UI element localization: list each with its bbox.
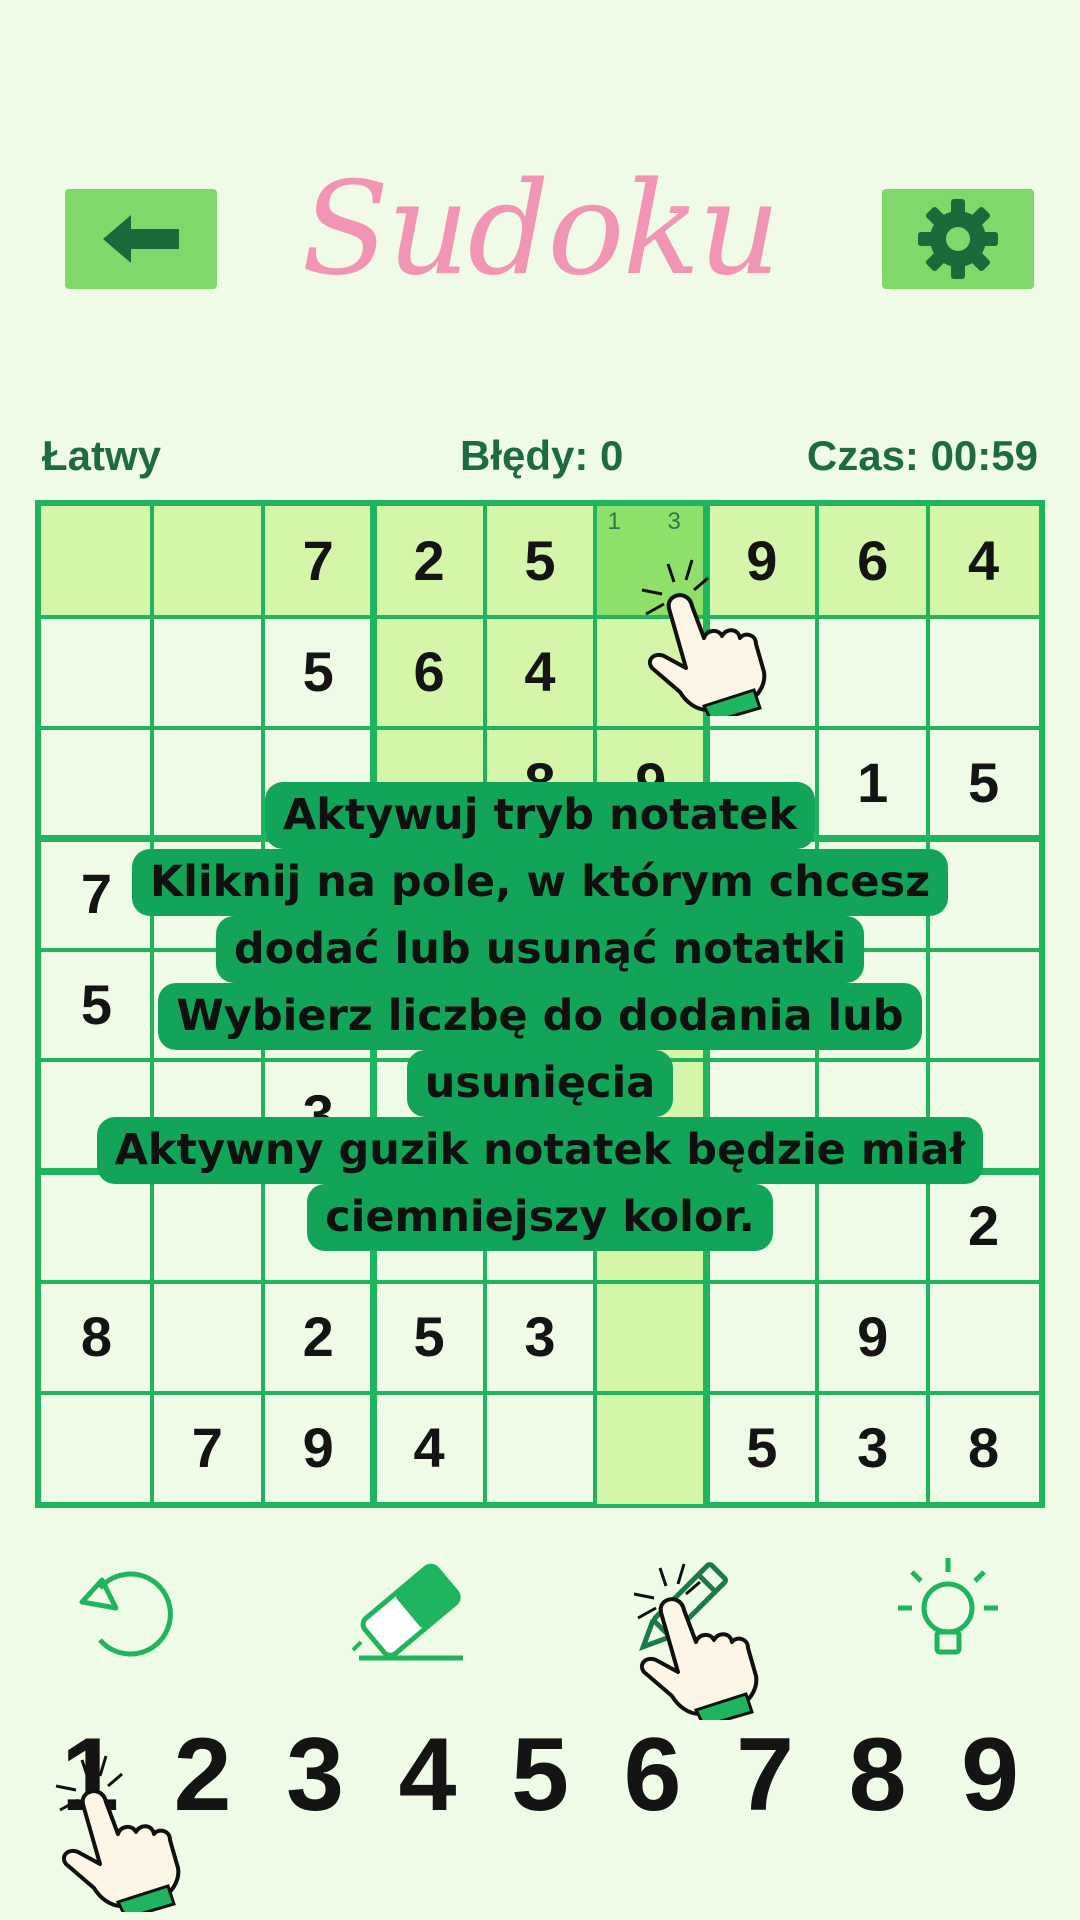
cell-note: 3 bbox=[667, 508, 681, 535]
number-button-8[interactable]: 8 bbox=[828, 1715, 928, 1835]
board-cell-r1c4[interactable]: 2 bbox=[373, 506, 485, 617]
board-cell-r1c9[interactable]: 4 bbox=[928, 506, 1039, 617]
settings-button[interactable] bbox=[882, 189, 1034, 289]
undo-icon bbox=[79, 1571, 173, 1657]
board-cell-r8c7[interactable] bbox=[706, 1282, 817, 1393]
number-button-3[interactable]: 3 bbox=[265, 1715, 365, 1835]
tap-hand-icon bbox=[633, 1563, 759, 1720]
board-cell-r9c3[interactable]: 9 bbox=[263, 1393, 374, 1504]
tutorial-text-line: Kliknij na pole, w którym chcesz bbox=[131, 849, 949, 916]
board-cell-r1c5[interactable]: 5 bbox=[484, 506, 596, 617]
board-cell-r1c8[interactable]: 6 bbox=[817, 506, 929, 617]
number-button-6[interactable]: 6 bbox=[603, 1715, 703, 1835]
grid-line bbox=[41, 1391, 1039, 1396]
tutorial-overlay: Aktywuj tryb notatek Kliknij na pole, w k… bbox=[0, 782, 1080, 1251]
board-cell-r8c8[interactable]: 9 bbox=[817, 1282, 928, 1393]
board-cell-r9c6[interactable] bbox=[595, 1393, 707, 1504]
number-button-5[interactable]: 5 bbox=[490, 1715, 590, 1835]
board-cell-r2c8[interactable] bbox=[817, 617, 928, 728]
eraser-icon bbox=[351, 1563, 463, 1661]
board-cell-r2c4[interactable]: 6 bbox=[373, 616, 485, 728]
tutorial-text-line: dodać lub usunąć notatki bbox=[215, 916, 865, 983]
tutorial-text-line: ciemniejszy kolor. bbox=[307, 1184, 773, 1251]
board-cell-r1c2[interactable] bbox=[151, 506, 263, 617]
board-cell-r8c1[interactable]: 8 bbox=[41, 1282, 152, 1393]
board-cell-r9c7[interactable]: 5 bbox=[706, 1393, 817, 1504]
board-cell-r2c2[interactable] bbox=[152, 617, 263, 728]
arrow-left-icon bbox=[103, 215, 179, 263]
grid-line bbox=[41, 614, 1039, 619]
board-cell-r9c8[interactable]: 3 bbox=[817, 1393, 928, 1504]
mistakes-counter: Błędy: 0 bbox=[460, 432, 624, 479]
gear-icon bbox=[918, 199, 998, 279]
undo-button[interactable] bbox=[60, 1540, 200, 1680]
board-cell-r8c6[interactable] bbox=[595, 1282, 707, 1394]
back-button[interactable] bbox=[65, 189, 217, 289]
lightbulb-icon bbox=[898, 1558, 998, 1655]
grid-line bbox=[41, 725, 1039, 730]
board-cell-r9c5[interactable] bbox=[485, 1393, 596, 1504]
number-button-4[interactable]: 4 bbox=[378, 1715, 478, 1835]
tap-hand-icon bbox=[641, 559, 767, 716]
board-cell-r9c2[interactable]: 7 bbox=[152, 1393, 263, 1504]
board-cell-r8c4[interactable]: 5 bbox=[374, 1282, 485, 1393]
board-cell-r2c5[interactable]: 4 bbox=[484, 616, 596, 728]
board-cell-r9c1[interactable] bbox=[41, 1393, 152, 1504]
board-cell-r1c1[interactable] bbox=[41, 506, 152, 617]
board-cell-r8c9[interactable] bbox=[928, 1282, 1039, 1393]
difficulty-label: Łatwy bbox=[42, 432, 162, 479]
board-cell-r8c3[interactable]: 2 bbox=[263, 1282, 374, 1393]
board-cell-r8c5[interactable]: 3 bbox=[485, 1282, 596, 1393]
tutorial-text-line: Wybierz liczbę do dodania lub bbox=[158, 983, 922, 1050]
hint-button[interactable] bbox=[878, 1540, 1018, 1680]
board-cell-r9c4[interactable]: 4 bbox=[374, 1393, 485, 1504]
app-title: Sudoku bbox=[301, 155, 780, 304]
number-button-9[interactable]: 9 bbox=[940, 1715, 1040, 1835]
tutorial-text-line: usunięcia bbox=[406, 1050, 674, 1117]
tutorial-text-line: Aktywuj tryb notatek bbox=[264, 782, 816, 849]
board-cell-r9c9[interactable]: 8 bbox=[928, 1393, 1039, 1504]
erase-button[interactable] bbox=[340, 1540, 480, 1680]
grid-line bbox=[41, 1280, 1039, 1285]
board-cell-r2c1[interactable] bbox=[41, 617, 152, 728]
cell-note: 1 bbox=[607, 508, 621, 535]
tutorial-text-line: Aktywny guzik notatek będzie miał bbox=[96, 1117, 984, 1184]
board-cell-r8c2[interactable] bbox=[152, 1282, 263, 1393]
number-button-7[interactable]: 7 bbox=[715, 1715, 815, 1835]
board-cell-r1c3[interactable]: 7 bbox=[262, 506, 374, 617]
timer: Czas: 00:59 bbox=[806, 432, 1038, 479]
tap-hand-icon bbox=[55, 1755, 181, 1912]
board-cell-r2c3[interactable]: 5 bbox=[263, 617, 374, 728]
board-cell-r2c9[interactable] bbox=[928, 617, 1039, 728]
